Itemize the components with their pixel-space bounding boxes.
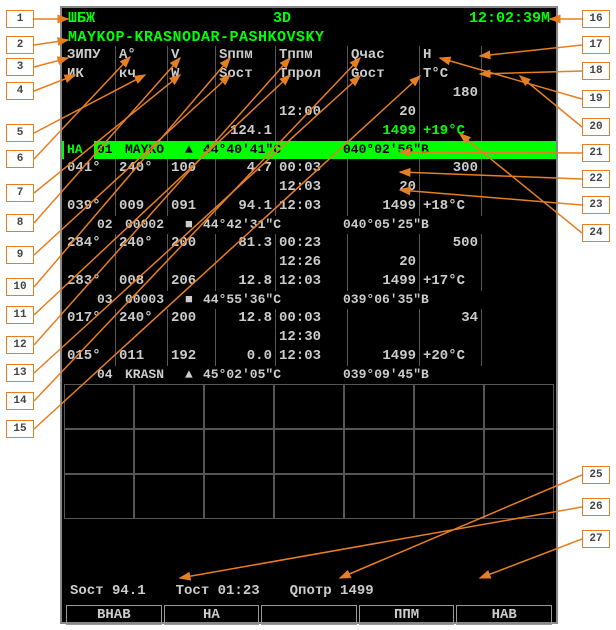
callout-16: 16 [582,10,610,28]
footer-buttons: ВНАВ НА ППМ НАВ [62,603,556,627]
column-header-2: ИК кч W Sост Tпрол Gост T°C [62,65,556,84]
wp-name: MAYKO [122,141,182,159]
seg1-r1: 041°240°1004.700:03300 [62,159,556,178]
seg3-r2: 12:30 [62,328,556,347]
empty-grid-3 [62,474,556,519]
btn-vnav[interactable]: ВНАВ [66,605,162,625]
col-sost: Sост [216,65,276,84]
callout-18: 18 [582,62,610,80]
seg2-r1: 284°240°20081.300:23500 [62,234,556,253]
col-h: H [420,46,482,65]
col-kch: кч [116,65,168,84]
navigation-display: ШБЖ 3D 12:02:39M MAYKOP-KRASNODAR-PASHKO… [60,6,558,624]
waypoint-active[interactable]: НА 01 MAYKO ▲ 44°40'41"C 040°02'56"B [62,141,556,159]
top-g: 1499 [348,122,420,141]
footer-qpotr: Qпотр 1499 [290,583,374,599]
top-h: 180 [420,84,482,103]
header-bar: ШБЖ 3D 12:02:39M [62,8,556,29]
callout-26: 26 [582,498,610,516]
seg2-r3: 283°00820612.812:031499+17°C [62,272,556,291]
route-title: MAYKOP-KRASNODAR-PASHKOVSKY [62,29,556,46]
wp-tag: НА [64,141,94,159]
callout-9: 9 [6,246,34,264]
callout-2: 2 [6,36,34,54]
col-tppm: Tппм [276,46,348,65]
wp-num: 01 [94,141,122,159]
callout-13: 13 [6,364,34,382]
footer-tost: Tост 01:23 [176,583,260,599]
col-qchas: Qчас [348,46,420,65]
wp-lat: 44°40'41"C [200,141,340,159]
callout-4: 4 [6,82,34,100]
top-block-r3: 124.1 1499 +19°C [62,122,556,141]
seg1-r2: 12:0320 [62,178,556,197]
callout-6: 6 [6,150,34,168]
empty-grid-1 [62,384,556,429]
col-w: W [168,65,216,84]
waypoint-2[interactable]: 0200002■44°42'31"C040°05'25"B [62,216,556,234]
col-sppm: Sппм [216,46,276,65]
callout-5: 5 [6,124,34,142]
col-tprol: Tпрол [276,65,348,84]
top-block-r1: 180 [62,84,556,103]
callout-12: 12 [6,336,34,354]
header-center: 3D [273,10,291,27]
callout-11: 11 [6,306,34,324]
callout-3: 3 [6,58,34,76]
callout-7: 7 [6,184,34,202]
column-header-1: ЗИПУ А° V Sппм Tппм Qчас H [62,46,556,65]
btn-blank[interactable] [261,605,357,625]
top-block-r2: 12:00 20 [62,103,556,122]
callout-14: 14 [6,392,34,410]
col-ik: ИК [64,65,116,84]
callout-19: 19 [582,90,610,108]
callout-22: 22 [582,170,610,188]
top-s: 124.1 [216,122,276,141]
callout-21: 21 [582,144,610,162]
wp-lon: 040°02'56"B [340,141,432,159]
callout-23: 23 [582,196,610,214]
footer-info: Sост 94.1 Tост 01:23 Qпотр 1499 [62,579,556,603]
col-a: А° [116,46,168,65]
seg1-r3: 039°00909194.112:031499+18°C [62,197,556,216]
callout-10: 10 [6,278,34,296]
callout-24: 24 [582,224,610,242]
seg3-r1: 017°240°20012.800:0334 [62,309,556,328]
callout-27: 27 [582,530,610,548]
col-tc: T°C [420,65,482,84]
callout-1: 1 [6,10,34,28]
callout-17: 17 [582,36,610,54]
waypoint-4[interactable]: 04KRASN▲45°02'05"C039°09'45"B [62,366,556,384]
col-zipu: ЗИПУ [64,46,116,65]
col-gost: Gост [348,65,420,84]
top-temp: +19°C [420,122,482,141]
waypoint-3[interactable]: 0300003■44°55'36"C039°06'35"B [62,291,556,309]
top-q: 20 [348,103,420,122]
header-left: ШБЖ [68,10,95,27]
top-time: 12:00 [276,103,348,122]
empty-grid-2 [62,429,556,474]
callout-8: 8 [6,214,34,232]
btn-nav[interactable]: НАВ [456,605,552,625]
callout-20: 20 [582,118,610,136]
callout-25: 25 [582,466,610,484]
btn-ppm[interactable]: ППМ [359,605,455,625]
header-right: 12:02:39M [469,10,550,27]
col-v: V [168,46,216,65]
btn-na[interactable]: НА [164,605,260,625]
footer-sost: Sост 94.1 [70,583,146,599]
seg3-r3: 015°0111920.012:031499+20°C [62,347,556,366]
callout-15: 15 [6,420,34,438]
seg2-r2: 12:2620 [62,253,556,272]
